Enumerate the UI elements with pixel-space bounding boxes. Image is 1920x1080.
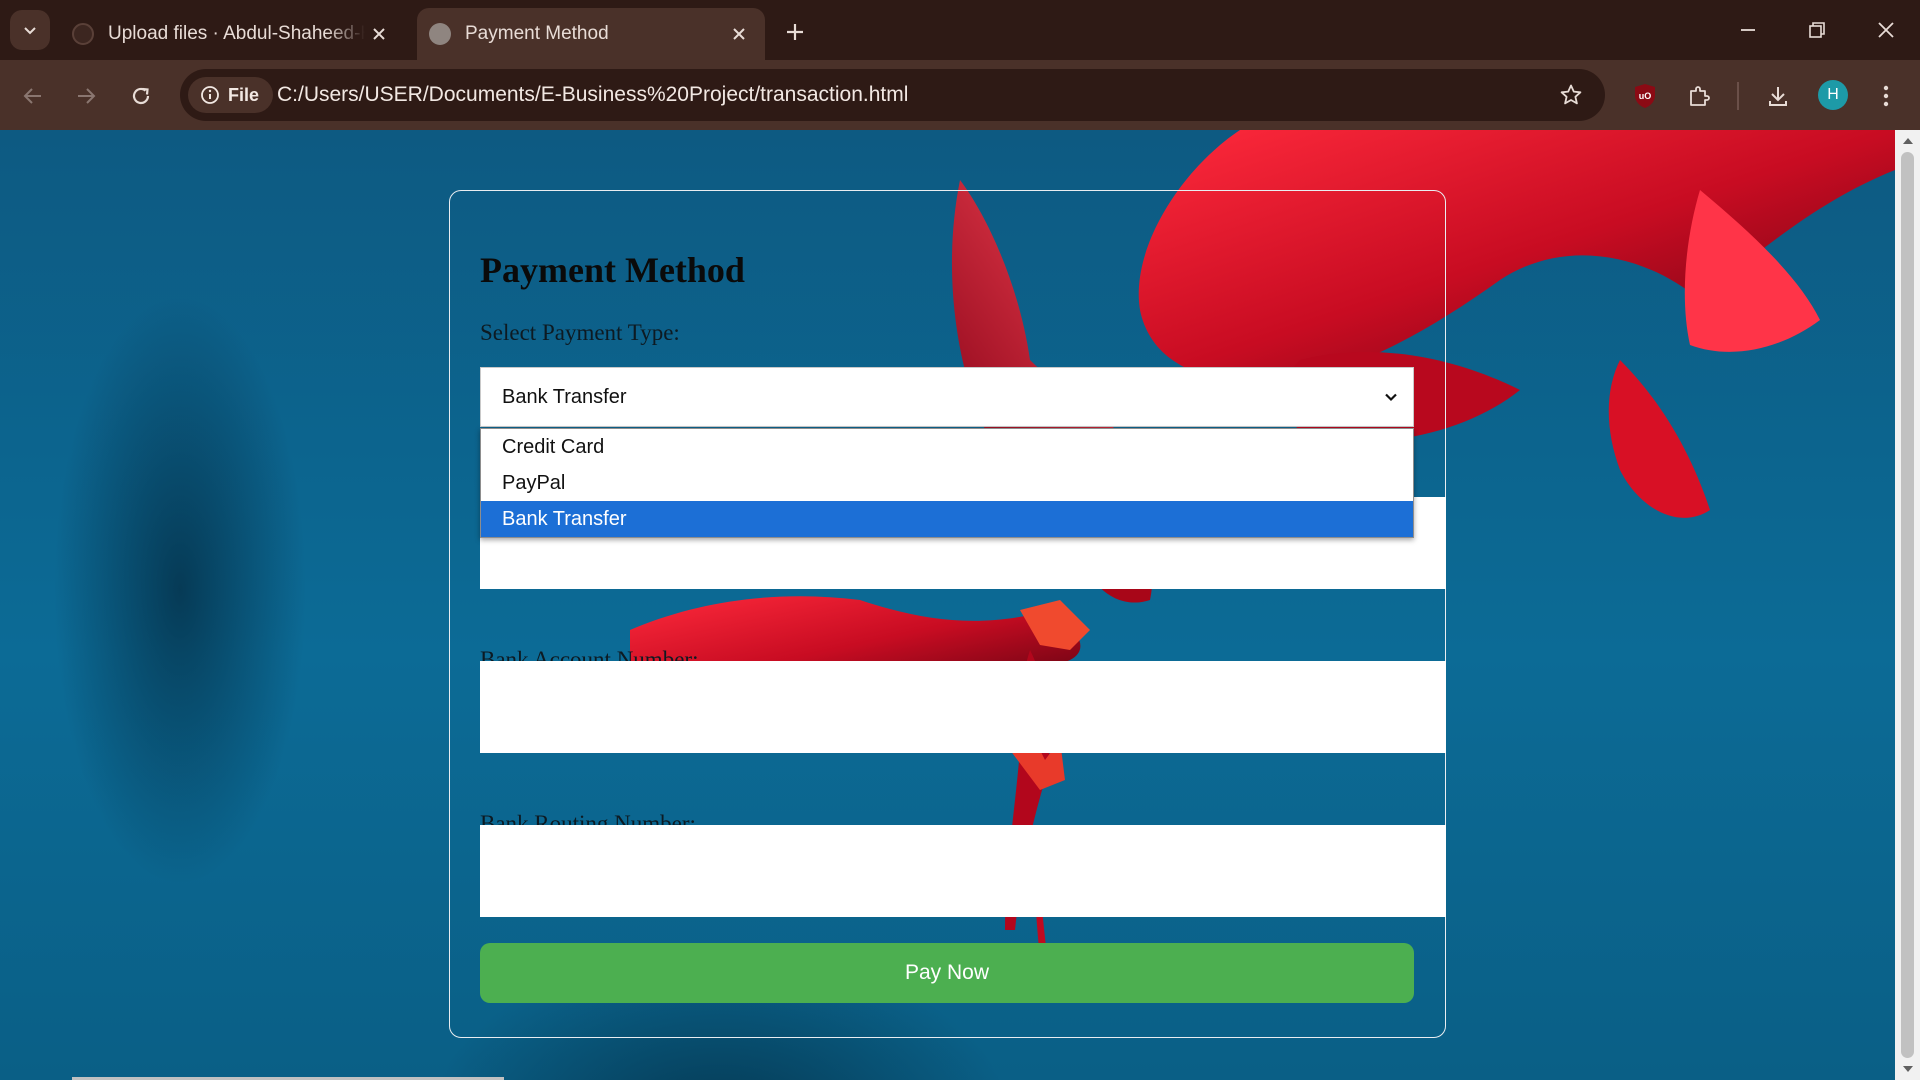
new-tab-button[interactable] bbox=[775, 14, 815, 50]
minimize-icon bbox=[1741, 29, 1755, 31]
vertical-scrollbar[interactable] bbox=[1895, 130, 1920, 1080]
option-bank-transfer[interactable]: Bank Transfer bbox=[481, 501, 1413, 537]
payment-type-select[interactable]: Bank Transfer bbox=[480, 367, 1414, 427]
vertical-scroll-thumb[interactable] bbox=[1901, 152, 1914, 1058]
close-window-button[interactable] bbox=[1856, 8, 1916, 52]
option-credit-card[interactable]: Credit Card bbox=[481, 429, 1413, 465]
close-icon bbox=[1878, 22, 1894, 38]
pay-now-button[interactable]: Pay Now bbox=[480, 943, 1414, 1003]
site-info-chip[interactable]: File bbox=[188, 77, 274, 113]
account-number-input[interactable] bbox=[480, 661, 1446, 753]
chevron-down-icon bbox=[24, 27, 36, 35]
chevron-down-icon bbox=[1385, 393, 1397, 402]
globe-icon bbox=[429, 23, 451, 45]
scheme-label: File bbox=[228, 84, 260, 105]
tab-upload-files[interactable]: Upload files · Abdul-Shaheed-H bbox=[60, 8, 405, 60]
tab-title: Upload files · Abdul-Shaheed-H bbox=[108, 23, 365, 44]
back-button[interactable] bbox=[13, 76, 53, 116]
payment-type-selected-value: Bank Transfer bbox=[502, 385, 627, 408]
github-icon bbox=[72, 23, 94, 45]
ublock-extension-icon[interactable]: uO bbox=[1625, 76, 1665, 116]
extensions-puzzle-icon[interactable] bbox=[1679, 76, 1719, 116]
close-tab-icon[interactable] bbox=[365, 20, 393, 48]
option-paypal[interactable]: PayPal bbox=[481, 465, 1413, 501]
tab-title: Payment Method bbox=[465, 23, 609, 44]
arrow-right-icon bbox=[78, 88, 96, 104]
kebab-menu-icon[interactable] bbox=[1866, 76, 1906, 116]
tab-payment-method[interactable]: Payment Method bbox=[417, 8, 765, 60]
page-title: Payment Method bbox=[480, 250, 745, 290]
downloads-icon[interactable] bbox=[1758, 76, 1798, 116]
close-tab-icon[interactable] bbox=[725, 20, 753, 48]
tab-strip: Upload files · Abdul-Shaheed-H Payment M… bbox=[0, 0, 1920, 60]
browser-toolbar: File C:/Users/USER/Documents/E-Business%… bbox=[0, 60, 1920, 130]
minimize-button[interactable] bbox=[1718, 8, 1778, 52]
payment-type-dropdown: Credit Card PayPal Bank Transfer bbox=[480, 428, 1414, 538]
payment-form-card: Payment Method Select Payment Type: Bank… bbox=[449, 190, 1446, 1038]
bookmark-star-icon[interactable] bbox=[1555, 79, 1587, 111]
routing-number-input[interactable] bbox=[480, 825, 1446, 917]
url-text[interactable]: C:/Users/USER/Documents/E-Business%20Pro… bbox=[277, 69, 908, 121]
profile-avatar[interactable]: H bbox=[1818, 80, 1848, 110]
svg-text:uO: uO bbox=[1639, 91, 1652, 101]
reload-icon bbox=[132, 87, 150, 105]
toolbar-separator bbox=[1737, 82, 1739, 110]
restore-button[interactable] bbox=[1787, 8, 1847, 52]
address-bar[interactable]: File C:/Users/USER/Documents/E-Business%… bbox=[180, 69, 1605, 121]
tab-search-button[interactable] bbox=[10, 10, 50, 50]
info-icon bbox=[201, 86, 219, 104]
scroll-up-icon[interactable] bbox=[1900, 134, 1915, 148]
payment-type-label: Select Payment Type: bbox=[480, 320, 680, 345]
reload-button[interactable] bbox=[121, 76, 161, 116]
scroll-down-icon[interactable] bbox=[1900, 1062, 1915, 1076]
plus-icon bbox=[787, 24, 803, 40]
forward-button[interactable] bbox=[66, 76, 106, 116]
restore-icon bbox=[1809, 22, 1825, 38]
page-viewport: Payment Method Select Payment Type: Bank… bbox=[0, 130, 1920, 1080]
arrow-left-icon bbox=[23, 88, 41, 104]
